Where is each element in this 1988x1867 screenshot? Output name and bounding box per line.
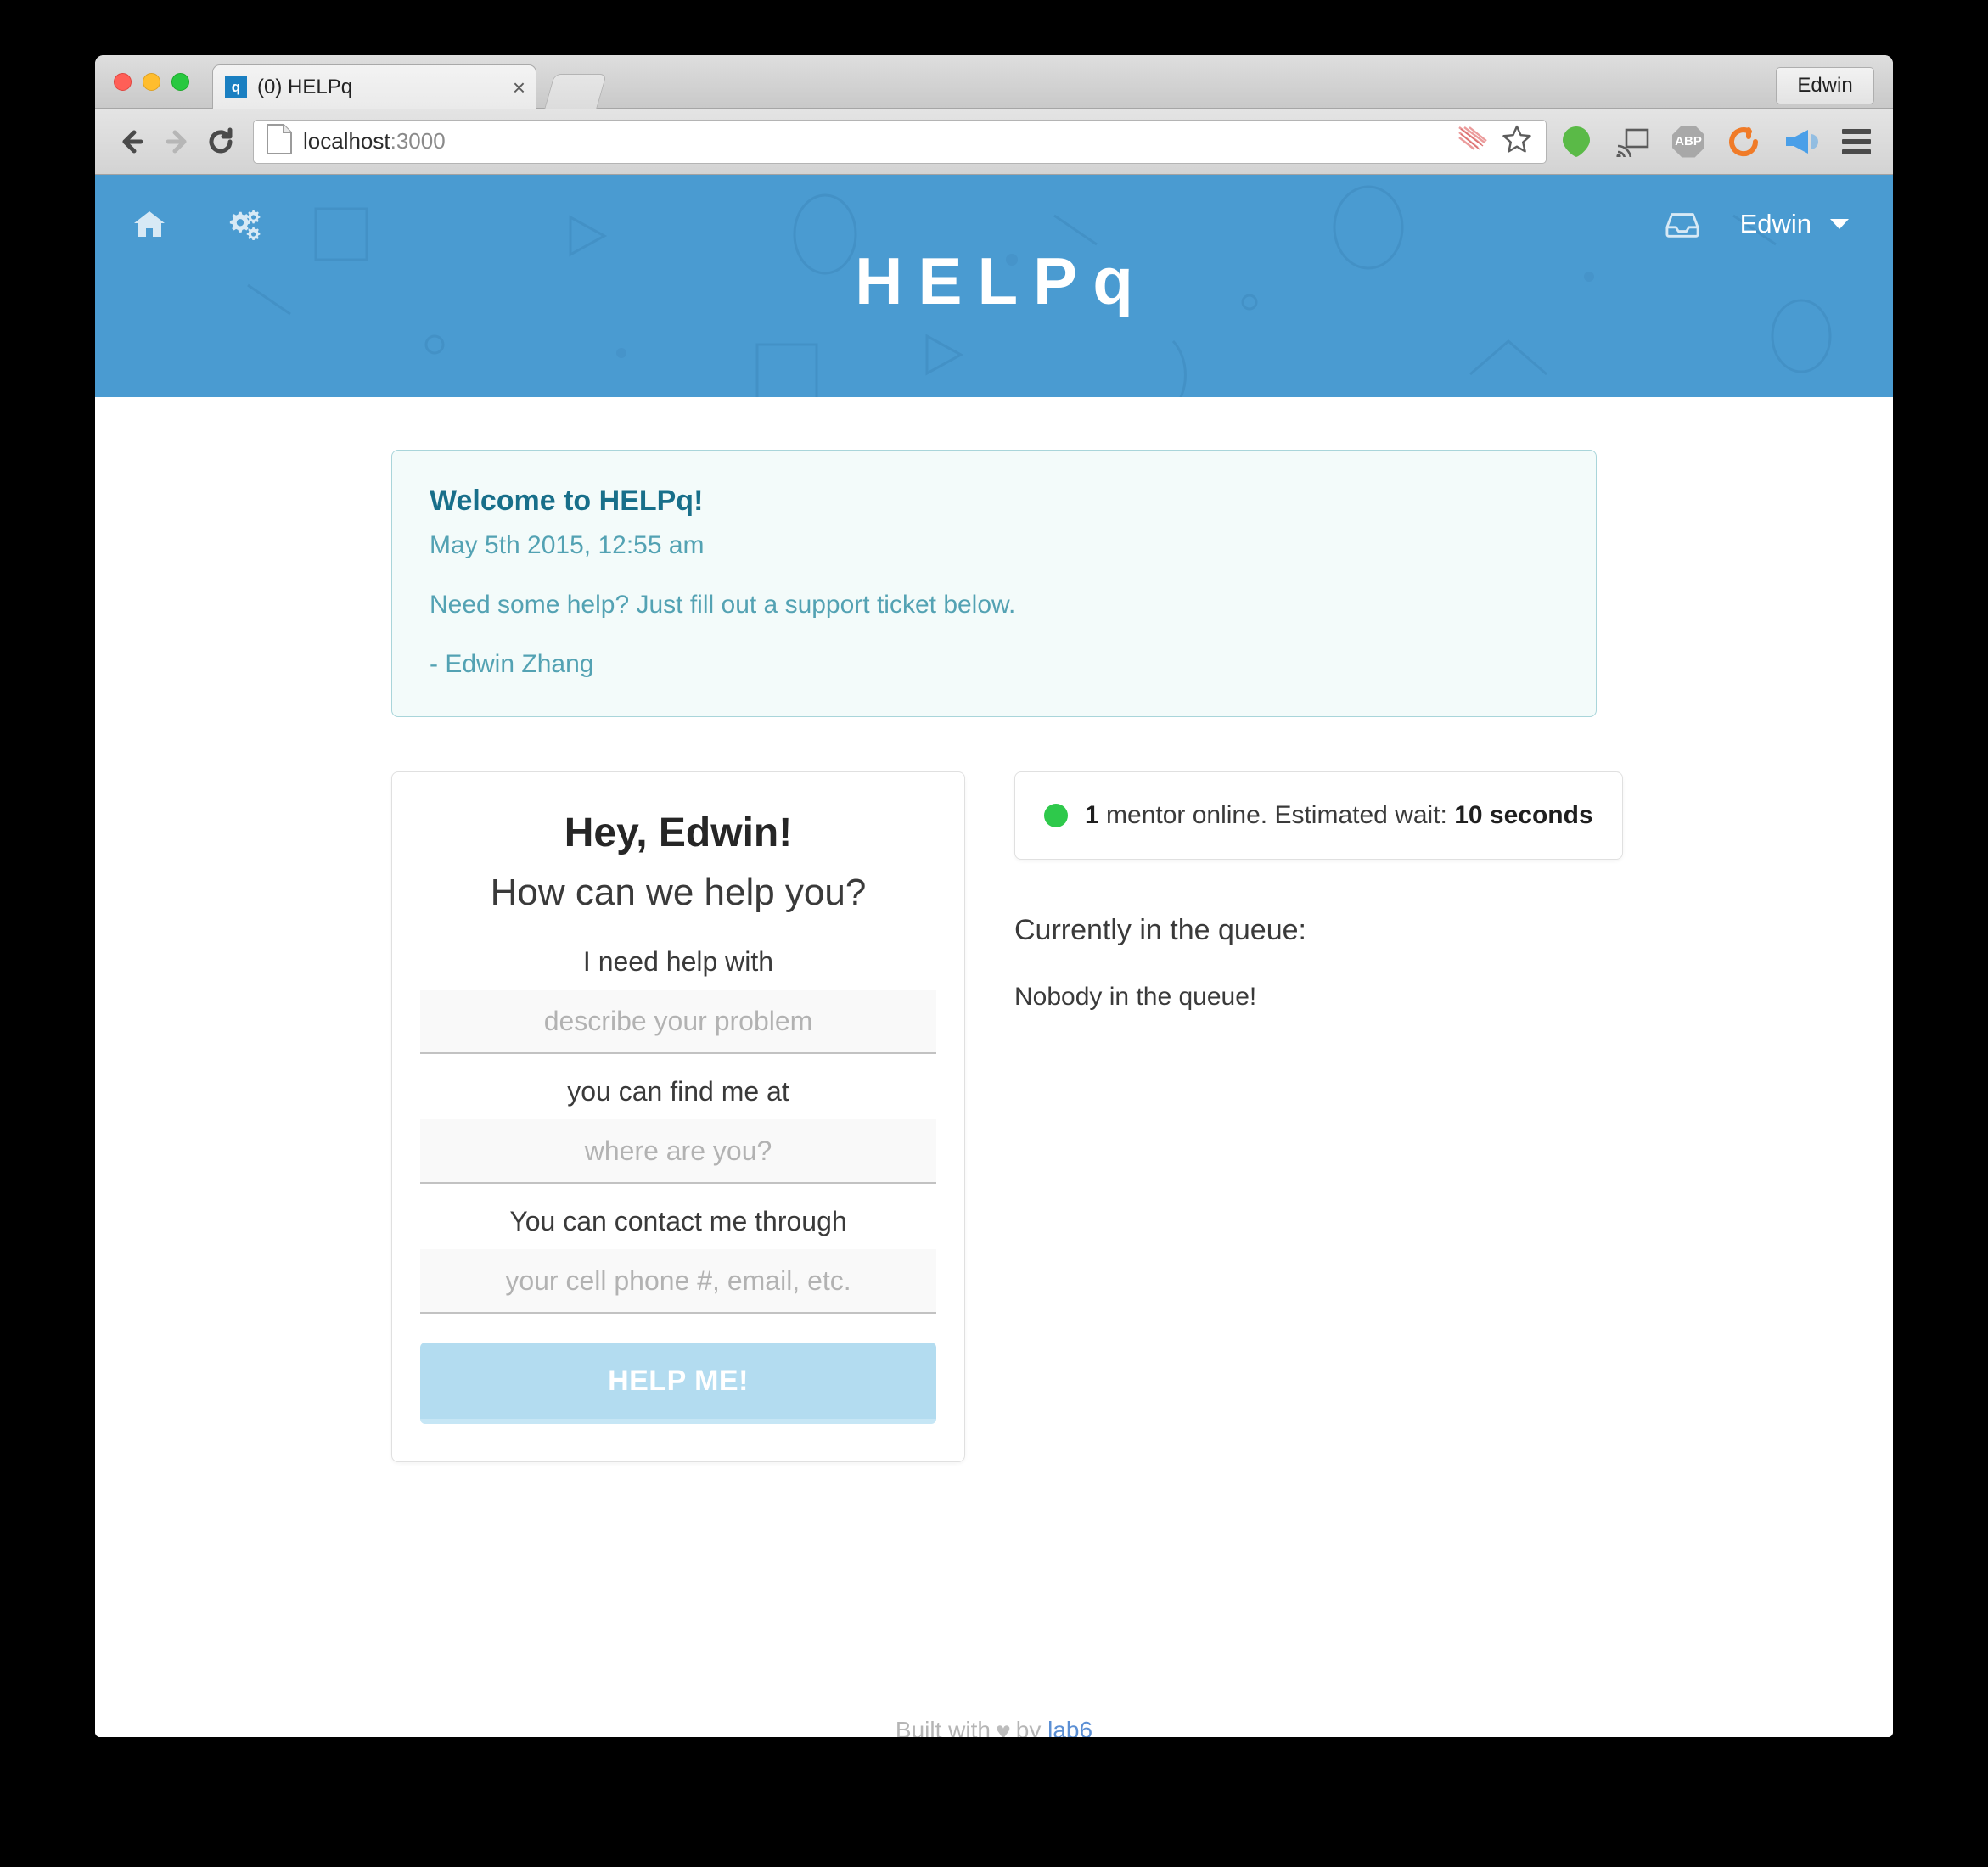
user-menu[interactable]: Edwin bbox=[1740, 209, 1849, 239]
form-greeting: Hey, Edwin! bbox=[564, 810, 793, 855]
new-tab-button[interactable] bbox=[543, 74, 608, 109]
heart-icon: ♥ bbox=[995, 1718, 1011, 1737]
mentor-status-panel: 1 mentor online. Estimated wait: 10 seco… bbox=[1014, 771, 1623, 860]
close-tab-icon[interactable]: × bbox=[506, 76, 525, 98]
online-status-dot bbox=[1044, 804, 1068, 827]
chromecast-icon[interactable] bbox=[1615, 124, 1650, 160]
inbox-icon[interactable] bbox=[1665, 207, 1699, 241]
menu-hamburger-icon[interactable] bbox=[1839, 124, 1874, 160]
mentor-count: 1 bbox=[1085, 801, 1099, 829]
omnibox-actions bbox=[1456, 122, 1534, 160]
field-label-contact: You can contact me through bbox=[509, 1206, 847, 1236]
browser-tab[interactable]: q (0) HELPq × bbox=[212, 64, 536, 109]
browser-profile-button[interactable]: Edwin bbox=[1776, 67, 1874, 104]
announcement-body: Need some help? Just fill out a support … bbox=[430, 591, 1016, 619]
address-host: localhost bbox=[303, 128, 390, 154]
tab-title: (0) HELPq bbox=[257, 76, 353, 98]
estimated-wait-value: 10 seconds bbox=[1454, 801, 1593, 829]
main-columns: Hey, Edwin! How can we help you? I need … bbox=[391, 771, 1623, 1462]
maximize-window-button[interactable] bbox=[171, 73, 189, 91]
shield-icon[interactable] bbox=[1456, 124, 1490, 159]
chevron-down-icon bbox=[1830, 219, 1849, 229]
footer-by: by bbox=[1015, 1717, 1042, 1737]
close-window-button[interactable] bbox=[114, 73, 132, 91]
browser-extension-icons: ABP bbox=[1558, 124, 1878, 160]
footer-brand-link[interactable]: lab6 bbox=[1047, 1717, 1092, 1737]
app-logo: HELPq bbox=[95, 243, 1893, 320]
page-content: Welcome to HELPq! May 5th 2015, 12:55 am… bbox=[391, 397, 1623, 1737]
user-menu-label: Edwin bbox=[1739, 209, 1811, 238]
announcement-signature: - Edwin Zhang bbox=[430, 650, 594, 678]
cogs-icon[interactable] bbox=[227, 207, 261, 241]
help-me-button[interactable]: HELP ME! bbox=[420, 1343, 936, 1424]
address-bar[interactable]: localhost:3000 bbox=[253, 119, 1547, 164]
app-logo-main: HELP bbox=[855, 244, 1093, 318]
page-doc-icon bbox=[266, 123, 293, 160]
queue-empty-message: Nobody in the queue! bbox=[1014, 983, 1257, 1011]
page-viewport: Edwin HELPq Welcome to HELPq! May 5th 20… bbox=[95, 175, 1893, 1737]
minimize-window-button[interactable] bbox=[143, 73, 160, 91]
problem-input[interactable] bbox=[420, 990, 936, 1054]
pocket-icon[interactable] bbox=[1727, 124, 1762, 160]
bookmark-star-icon[interactable] bbox=[1500, 122, 1534, 160]
browser-window: q (0) HELPq × Edwin localhost:3000 ABP E… bbox=[95, 55, 1893, 1737]
tab-favicon-icon: q bbox=[225, 76, 247, 98]
ticket-form-column: Hey, Edwin! How can we help you? I need … bbox=[391, 771, 965, 1462]
adblock-plus-icon[interactable]: ABP bbox=[1671, 124, 1706, 160]
site-footer: Built with ♥ by lab6 bbox=[391, 1717, 1597, 1737]
reload-icon[interactable] bbox=[199, 120, 243, 164]
app-logo-tail: q bbox=[1092, 244, 1133, 318]
queue-status-column: 1 mentor online. Estimated wait: 10 seco… bbox=[1014, 771, 1623, 1012]
megaphone-icon[interactable] bbox=[1783, 124, 1818, 160]
field-label-location: you can find me at bbox=[567, 1076, 789, 1107]
browser-tab-strip: q (0) HELPq × Edwin bbox=[95, 55, 1893, 109]
field-label-problem: I need help with bbox=[582, 946, 774, 977]
mentor-status-text: 1 mentor online. Estimated wait: 10 seco… bbox=[1085, 801, 1593, 830]
mentor-status-label: mentor online. Estimated wait: bbox=[1098, 801, 1455, 829]
browser-nav-bar: localhost:3000 ABP bbox=[95, 109, 1893, 175]
app-header-nav-right: Edwin bbox=[1665, 207, 1849, 241]
address-port: :3000 bbox=[390, 128, 446, 154]
app-header-nav-left bbox=[132, 207, 261, 241]
back-icon[interactable] bbox=[110, 120, 154, 164]
location-input[interactable] bbox=[420, 1119, 936, 1184]
evernote-icon[interactable] bbox=[1558, 124, 1594, 160]
contact-input[interactable] bbox=[420, 1249, 936, 1314]
announcement-panel: Welcome to HELPq! May 5th 2015, 12:55 am… bbox=[391, 450, 1597, 717]
home-icon[interactable] bbox=[132, 207, 166, 241]
app-header: Edwin HELPq bbox=[95, 175, 1893, 397]
address-bar-text: localhost:3000 bbox=[303, 128, 1456, 154]
window-traffic-lights bbox=[114, 73, 189, 91]
forward-icon[interactable] bbox=[154, 120, 199, 164]
announcement-date: May 5th 2015, 12:55 am bbox=[430, 531, 705, 559]
announcement-title: Welcome to HELPq! bbox=[430, 485, 704, 517]
form-sub-greeting: How can we help you? bbox=[490, 872, 867, 913]
ticket-form-card: Hey, Edwin! How can we help you? I need … bbox=[391, 771, 965, 1462]
footer-built-with: Built with bbox=[895, 1717, 991, 1737]
queue-heading: Currently in the queue: bbox=[1014, 914, 1306, 946]
